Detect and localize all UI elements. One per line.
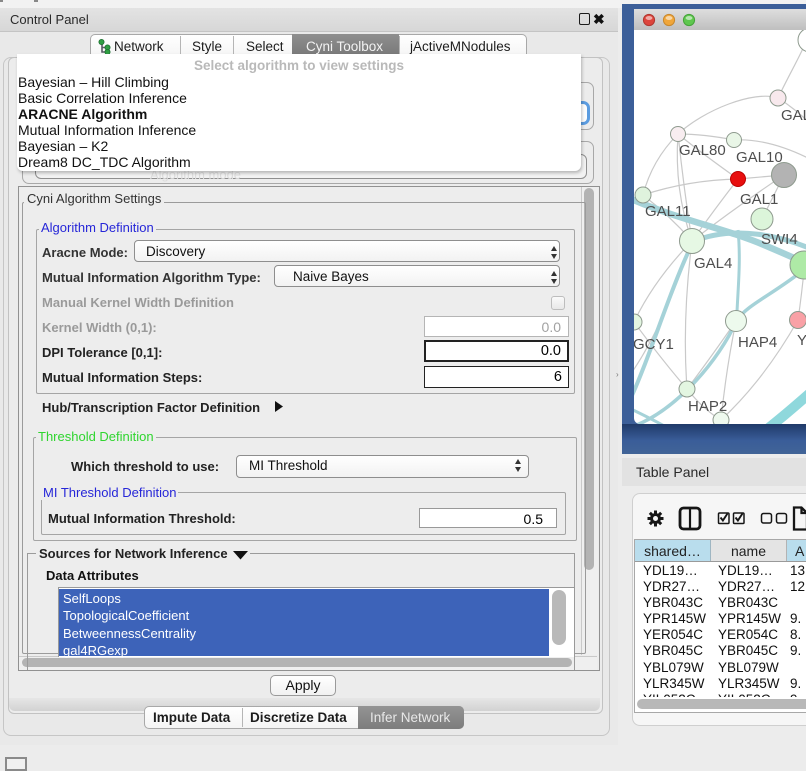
svg-text:GAL10: GAL10: [736, 149, 783, 166]
svg-text:HAP4: HAP4: [738, 334, 777, 351]
svg-text:HAP2: HAP2: [688, 398, 727, 415]
svg-text:GCY1: GCY1: [634, 336, 674, 353]
svg-text:Y: Y: [797, 332, 806, 349]
svg-text:SWI4: SWI4: [761, 231, 798, 248]
svg-text:GAL4: GAL4: [694, 255, 732, 272]
svg-text:GAL1: GAL1: [740, 191, 778, 208]
svg-text:GAL: GAL: [781, 107, 806, 124]
svg-text:GAL11: GAL11: [645, 203, 691, 220]
svg-text:GAL80: GAL80: [679, 142, 726, 159]
